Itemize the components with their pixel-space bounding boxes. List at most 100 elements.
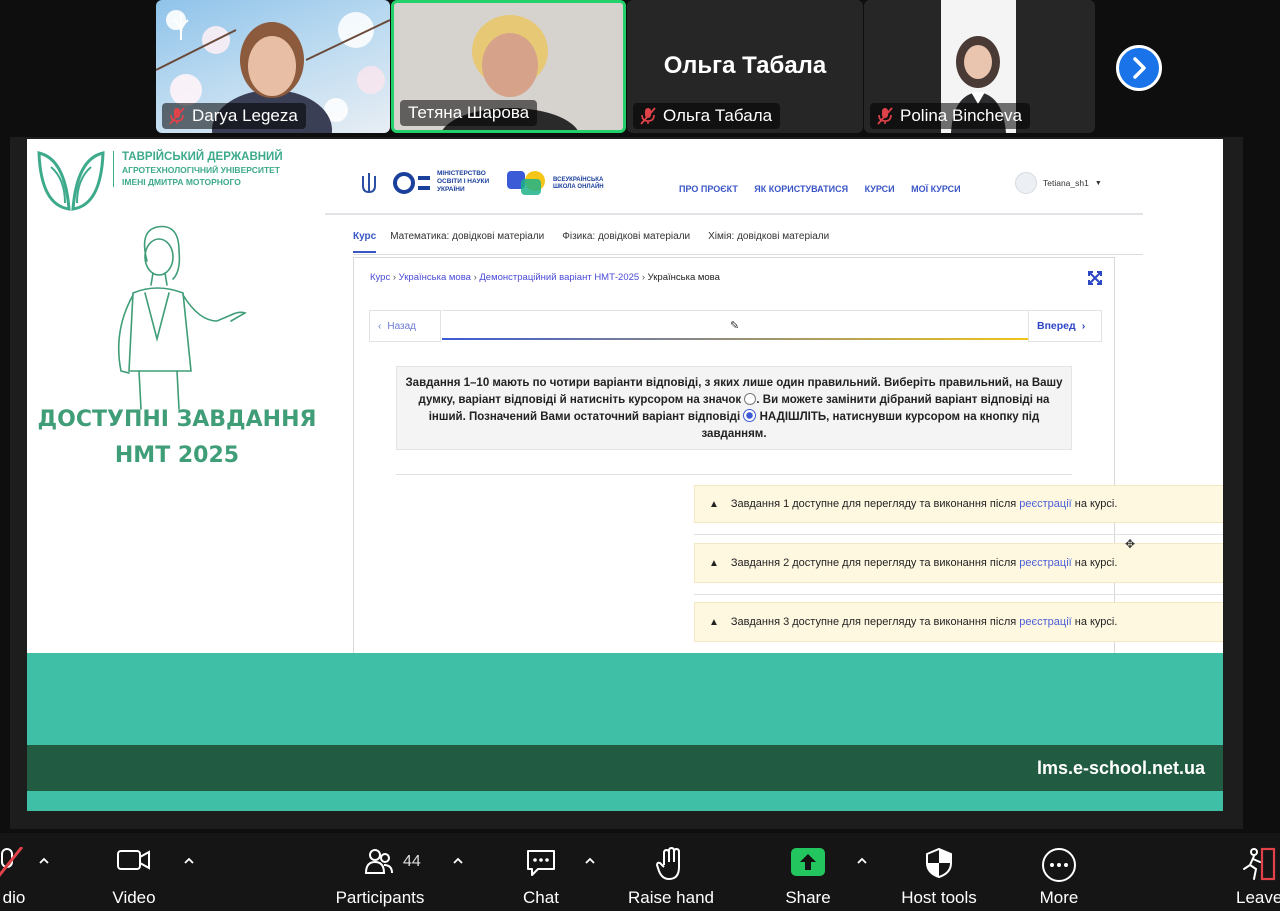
university-logo-icon [37,151,105,211]
shared-slide: ТАВРІЙСЬКИЙ ДЕРЖАВНИЙ АГРОТЕХНОЛОГІЧНИЙ … [27,139,1223,811]
radio-empty-icon [744,393,757,405]
chat-button[interactable]: Chat [516,833,566,911]
chevron-left-icon: ‹ [378,320,382,332]
chat-label: Chat [523,888,559,907]
mic-muted-icon [0,847,24,877]
share-screen-icon [791,848,825,876]
warning-icon: ▲ [709,557,719,569]
task-message: Завдання 2 доступне для перегляду та вик… [731,557,1118,569]
tab-chemistry[interactable]: Хімія: довідкові матеріали [708,231,829,253]
chevron-up-icon[interactable] [856,855,868,867]
nav-my-courses[interactable]: МОЇ КУРСИ [911,184,961,194]
video-button[interactable]: Video [104,833,164,911]
next-label: Вперед [1037,320,1076,332]
video-camera-icon [117,850,150,870]
nav-how-to[interactable]: ЯК КОРИСТУВАТИСЯ [754,184,848,194]
share-label: Share [785,888,831,907]
slide-title: ДОСТУПНІ ЗАВДАННЯ [37,407,317,432]
slide-subtitle: НМТ 2025 [114,443,240,468]
participant-tile[interactable]: Polina Bincheva [864,0,1095,133]
more-options-icon [1042,848,1076,882]
participants-count: 44 [403,853,421,870]
tab-math[interactable]: Математика: довідкові матеріали [390,231,544,253]
tab-physics[interactable]: Фізика: довідкові матеріали [562,231,690,253]
top-navigation: ПРО ПРОЄКТ ЯК КОРИСТУВАТИСЯ КУРСИ МОЇ КУ… [667,179,961,197]
divider [396,474,1072,475]
next-page-button[interactable] [1116,45,1162,91]
task-text: на курсі. [1074,557,1118,569]
slide-band [27,653,1223,745]
footer-url: lms.e-school.net.ua [1036,758,1205,778]
trident-icon [362,173,376,194]
divider [694,534,1223,535]
breadcrumb-link[interactable]: Курс [370,272,390,283]
tabs-divider [353,254,1143,255]
participant-name-tag: Тетяна Шарова [400,100,538,126]
school-online-name: ВСЕУКРАЇНСЬКА ШКОЛА ОНЛАЙН [553,177,604,191]
participant-name-tag: Polina Bincheva [870,103,1030,129]
mic-muted-icon [877,107,893,125]
user-menu[interactable]: Tetiana_sh1 ▼ [1015,172,1102,194]
caret-down-icon: ▼ [1094,179,1102,187]
nav-about[interactable]: ПРО ПРОЄКТ [679,184,738,194]
chat-bubble-icon [527,850,555,876]
more-label: More [1039,888,1079,907]
task-locked-panel: ▲ Завдання 3 доступне для перегляду та в… [694,602,1223,642]
meeting-toolbar: dio Video 44 Participants Chat Raise han… [0,833,1280,911]
task-message: Завдання 3 доступне для перегляду та вик… [731,616,1118,628]
prev-label: Назад [387,320,416,332]
school-name-line: ШКОЛА ОНЛАЙН [553,184,604,190]
edit-icon[interactable]: ✎ [730,319,739,332]
participant-tile-active[interactable]: Тетяна Шарова [391,0,626,133]
chevron-right-icon: › [1081,320,1086,332]
university-name-line: АГРОТЕХНОЛОГІЧНИЙ УНІВЕРСИТЕТ [122,165,280,175]
audio-button[interactable]: dio [0,833,32,911]
prev-button[interactable]: ‹ Назад [369,310,441,342]
divider [694,594,1223,595]
breadcrumb-link[interactable]: Демонстраційний варіант НМТ-2025 [479,272,639,283]
host-tools-button[interactable]: Host tools [893,833,985,911]
move-cursor-icon: ✥ [1125,537,1136,551]
participant-name: Polina Bincheva [900,106,1022,125]
leave-label: Leave [1236,888,1280,907]
ministry-logo-icon [393,172,430,194]
fullscreen-icon[interactable] [1087,270,1103,286]
breadcrumb-current: Українська мова [647,272,720,283]
breadcrumb: Курс › Українська мова › Демонстраційний… [370,272,720,283]
leave-door-icon [1243,847,1276,881]
participant-name: Тетяна Шарова [408,103,530,122]
chevron-up-icon[interactable] [183,855,195,867]
breadcrumb-link[interactable]: Українська мова [399,272,471,283]
registration-link[interactable]: реєстрації [1019,616,1071,628]
registration-link[interactable]: реєстрації [1019,557,1071,569]
share-button[interactable]: Share [783,833,833,911]
participant-tile[interactable]: Ольга Табала Ольга Табала [627,0,863,133]
participants-button[interactable]: 44 Participants [330,833,430,911]
school-online-logo-icon [507,171,545,195]
task-text: Завдання 3 доступне для перегляду та вик… [730,616,1017,628]
university-name-line: ІМЕНІ ДМИТРА МОТОРНОГО [122,177,241,187]
raise-hand-button[interactable]: Raise hand [626,833,716,911]
slide-footer-band: lms.e-school.net.ua [27,745,1223,791]
teacher-illustration [117,225,247,410]
username: Tetiana_sh1 [1043,178,1089,188]
video-label: Video [112,888,156,907]
tab-course[interactable]: Курс [353,231,377,253]
chevron-up-icon[interactable] [38,855,50,867]
raise-hand-icon [656,847,680,880]
registration-link[interactable]: реєстрації [1019,498,1071,510]
warning-icon: ▲ [709,616,719,628]
avatar [1015,172,1037,194]
ministry-name-line: МІНІСТЕРСТВО [437,170,486,177]
participant-tile[interactable]: Darya Legeza [156,0,390,133]
mic-muted-icon [169,107,185,125]
chevron-up-icon[interactable] [584,855,596,867]
next-button[interactable]: Вперед › [1028,310,1102,342]
university-name-line: ТАВРІЙСЬКИЙ ДЕРЖАВНИЙ [122,151,283,163]
leave-button[interactable]: Leave [1234,833,1280,911]
host-tools-label: Host tools [901,888,977,907]
shield-icon [926,847,952,879]
more-button[interactable]: More [1034,833,1084,911]
chevron-up-icon[interactable] [452,855,464,867]
nav-courses[interactable]: КУРСИ [865,184,895,194]
